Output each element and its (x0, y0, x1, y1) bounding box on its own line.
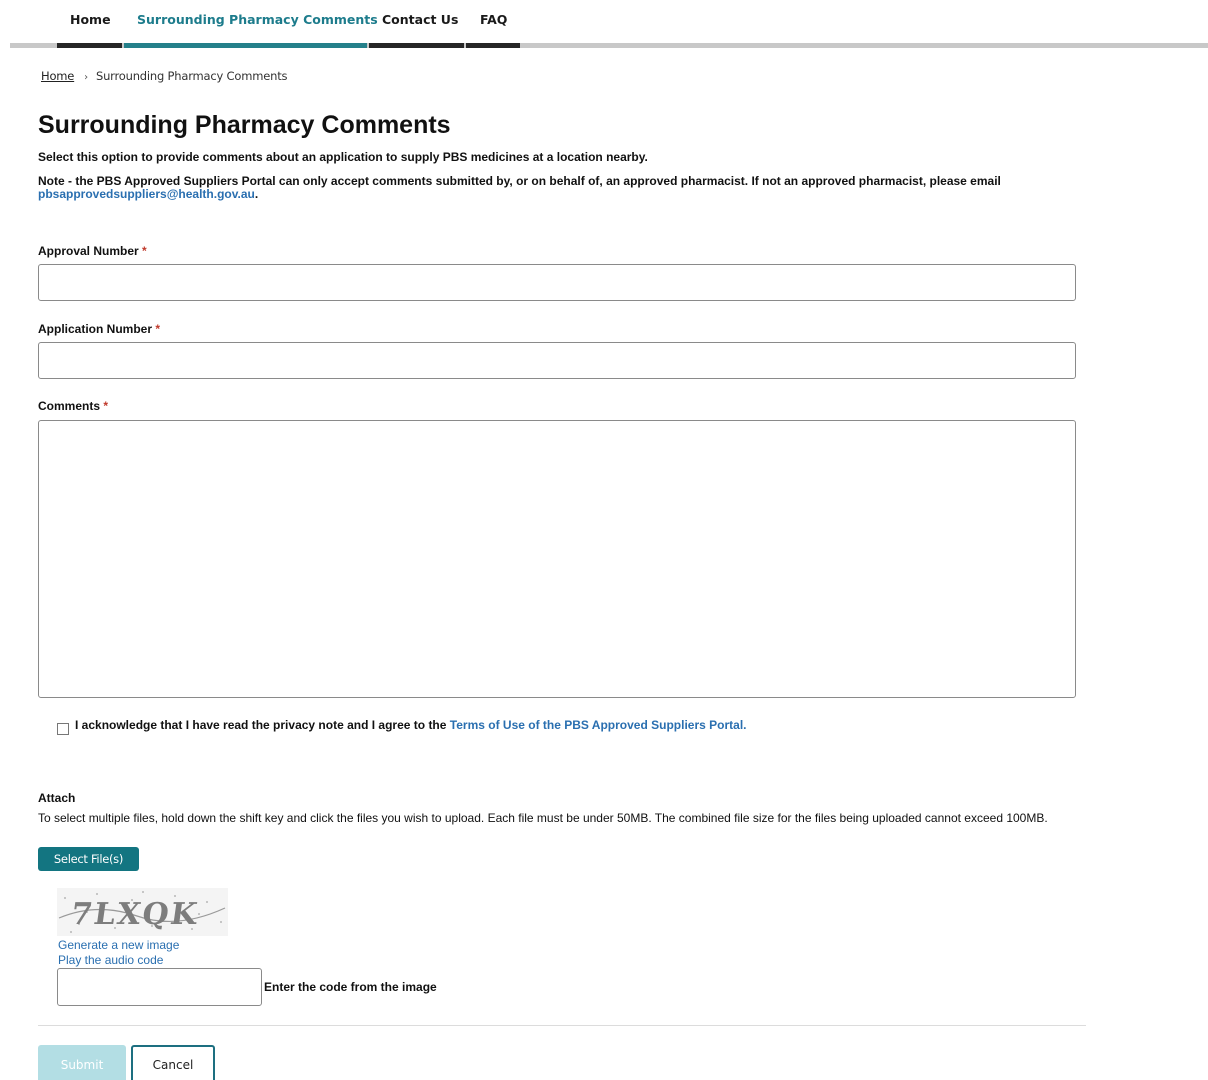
application-number-input[interactable] (38, 342, 1076, 379)
top-navigation: Home Surrounding Pharmacy Comments Conta… (0, 0, 1208, 50)
divider (38, 1025, 1086, 1026)
attach-title: Attach (38, 791, 76, 805)
approval-number-label: Approval Number * (38, 244, 147, 258)
comments-textarea[interactable] (38, 420, 1076, 698)
required-marker: * (155, 322, 161, 336)
nav-indicator-contact-us (369, 43, 464, 48)
nav-item-faq[interactable]: FAQ (480, 12, 507, 27)
generate-new-image-link[interactable]: Generate a new image (58, 938, 179, 952)
acknowledge-label: I acknowledge that I have read the priva… (75, 718, 447, 732)
nav-item-contact-us[interactable]: Contact Us (382, 12, 458, 27)
email-link[interactable]: pbsapprovedsuppliers@health.gov.au (38, 187, 255, 201)
comments-label: Comments * (38, 399, 108, 413)
note-body: Note - the PBS Approved Suppliers Portal… (38, 174, 1001, 188)
breadcrumb-current: Surrounding Pharmacy Comments (95, 69, 288, 83)
captcha-input-label: Enter the code from the image (264, 980, 437, 994)
note-text: Note - the PBS Approved Suppliers Portal… (38, 175, 1098, 201)
captcha-input[interactable] (57, 968, 262, 1006)
chevron-right-icon: › (84, 72, 88, 83)
cancel-button[interactable]: Cancel (131, 1045, 215, 1080)
approval-number-input[interactable] (38, 264, 1076, 301)
application-number-label: Application Number * (38, 322, 160, 336)
required-marker: * (142, 244, 147, 258)
nav-indicator-surrounding-pharmacy-comments (124, 43, 367, 48)
breadcrumb-home-link[interactable]: Home (41, 69, 74, 83)
intro-text: Select this option to provide comments a… (38, 150, 648, 164)
acknowledge-text: I acknowledge that I have read the priva… (75, 718, 747, 732)
nav-item-surrounding-pharmacy-comments[interactable]: Surrounding Pharmacy Comments (137, 12, 378, 27)
nav-indicator-home (57, 43, 122, 48)
comments-label-text: Comments (38, 399, 101, 413)
page-title: Surrounding Pharmacy Comments (38, 111, 451, 139)
captcha-image: 7LXQK (57, 888, 228, 936)
application-number-label-text: Application Number (38, 322, 153, 336)
select-files-button[interactable]: Select File(s) (38, 847, 139, 871)
acknowledge-checkbox[interactable] (57, 723, 69, 735)
submit-button[interactable]: Submit (38, 1045, 126, 1080)
nav-indicator-faq (466, 43, 520, 48)
note-end: . (254, 187, 259, 201)
attach-help-text: To select multiple files, hold down the … (38, 811, 1048, 825)
captcha-code: 7LXQK (69, 897, 201, 932)
required-marker: * (103, 399, 109, 413)
breadcrumb: Home › Surrounding Pharmacy Comments (41, 69, 287, 83)
play-audio-code-link[interactable]: Play the audio code (58, 953, 163, 967)
terms-of-use-link[interactable]: Terms of Use of the PBS Approved Supplie… (450, 718, 747, 732)
nav-item-home[interactable]: Home (70, 12, 111, 27)
approval-number-label-text: Approval Number (38, 244, 139, 258)
